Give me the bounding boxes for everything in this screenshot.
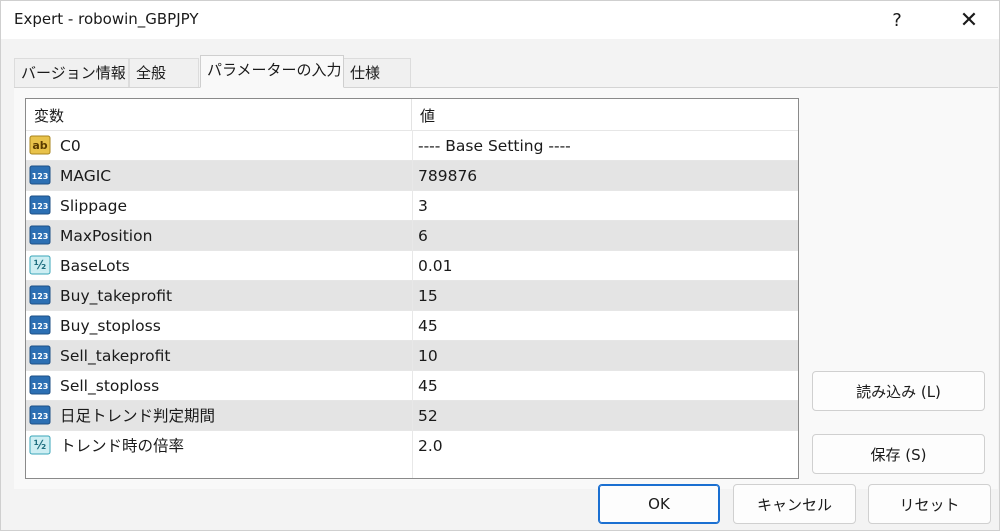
tab-parameters[interactable]: パラメーターの入力: [200, 55, 344, 88]
parameter-name: Buy_takeprofit: [60, 287, 173, 305]
column-divider: [412, 130, 413, 478]
half-double-icon: ½: [29, 435, 52, 456]
cancel-button[interactable]: キャンセル: [733, 484, 856, 524]
parameter-name: BaseLots: [60, 257, 130, 275]
parameter-name: Sell_takeprofit: [60, 347, 171, 365]
123-integer-icon-glyph: 123: [32, 172, 49, 181]
ab-string-icon: ab: [29, 135, 52, 156]
column-header-value[interactable]: 値: [412, 99, 798, 130]
half-double-icon-glyph: ½: [34, 258, 46, 272]
column-header-variable[interactable]: 変数: [26, 99, 412, 130]
123-integer-icon-glyph: 123: [32, 352, 49, 361]
parameter-value[interactable]: 789876: [418, 161, 477, 191]
parameter-grid: 変数 値 ab C0 ---- Base Setting ---- 123 MAGIC 7…: [25, 98, 799, 479]
title-bar: Expert - robowin_GBPJPY ? ✕: [1, 1, 999, 39]
help-button[interactable]: ?: [874, 1, 920, 39]
123-integer-icon: 123: [29, 405, 52, 426]
half-double-icon: ½: [29, 255, 52, 276]
123-integer-icon: 123: [29, 165, 52, 186]
123-integer-icon: 123: [29, 195, 52, 216]
save-button[interactable]: 保存 (S): [812, 434, 985, 474]
close-button[interactable]: ✕: [946, 1, 992, 39]
parameter-value[interactable]: 6: [418, 221, 428, 251]
parameter-name: MaxPosition: [60, 227, 153, 245]
parameter-name: C0: [60, 137, 81, 155]
parameter-value[interactable]: ---- Base Setting ----: [418, 131, 571, 161]
123-integer-icon-glyph: 123: [32, 382, 49, 391]
expert-dialog: Expert - robowin_GBPJPY ? ✕ バージョン情報 全般 パ…: [0, 0, 1000, 531]
grid-header: 変数 値: [26, 99, 798, 130]
parameter-value[interactable]: 2.0: [418, 431, 443, 461]
123-integer-icon-glyph: 123: [32, 292, 49, 301]
parameter-name: トレンド時の倍率: [60, 437, 185, 455]
parameter-value[interactable]: 45: [418, 311, 438, 341]
reset-button[interactable]: リセット: [868, 484, 991, 524]
123-integer-icon-glyph: 123: [32, 232, 49, 241]
parameter-name: MAGIC: [60, 167, 112, 185]
parameter-value[interactable]: 10: [418, 341, 438, 371]
parameter-value[interactable]: 0.01: [418, 251, 453, 281]
parameter-value[interactable]: 45: [418, 371, 438, 401]
123-integer-icon: 123: [29, 285, 52, 306]
123-integer-icon-glyph: 123: [32, 202, 49, 211]
parameter-value[interactable]: 15: [418, 281, 438, 311]
123-integer-icon: 123: [29, 315, 52, 336]
123-integer-icon: 123: [29, 225, 52, 246]
123-integer-icon: 123: [29, 375, 52, 396]
tab-spec[interactable]: 仕様: [343, 58, 411, 87]
parameter-value[interactable]: 3: [418, 191, 428, 221]
tab-general[interactable]: 全般: [129, 58, 199, 87]
ab-string-icon-glyph: ab: [32, 139, 47, 152]
tab-version-info[interactable]: バージョン情報: [14, 58, 129, 87]
parameter-name: Sell_stoploss: [60, 377, 160, 395]
parameter-value[interactable]: 52: [418, 401, 438, 431]
window-title: Expert - robowin_GBPJPY: [14, 10, 199, 28]
parameter-name: Slippage: [60, 197, 128, 215]
123-integer-icon-glyph: 123: [32, 412, 49, 421]
parameter-name: 日足トレンド判定期間: [60, 407, 216, 425]
parameter-name: Buy_stoploss: [60, 317, 161, 335]
123-integer-icon: 123: [29, 345, 52, 366]
half-double-icon-glyph: ½: [34, 438, 46, 452]
ok-button[interactable]: OK: [598, 484, 720, 524]
123-integer-icon-glyph: 123: [32, 322, 49, 331]
load-button[interactable]: 読み込み (L): [812, 371, 985, 411]
